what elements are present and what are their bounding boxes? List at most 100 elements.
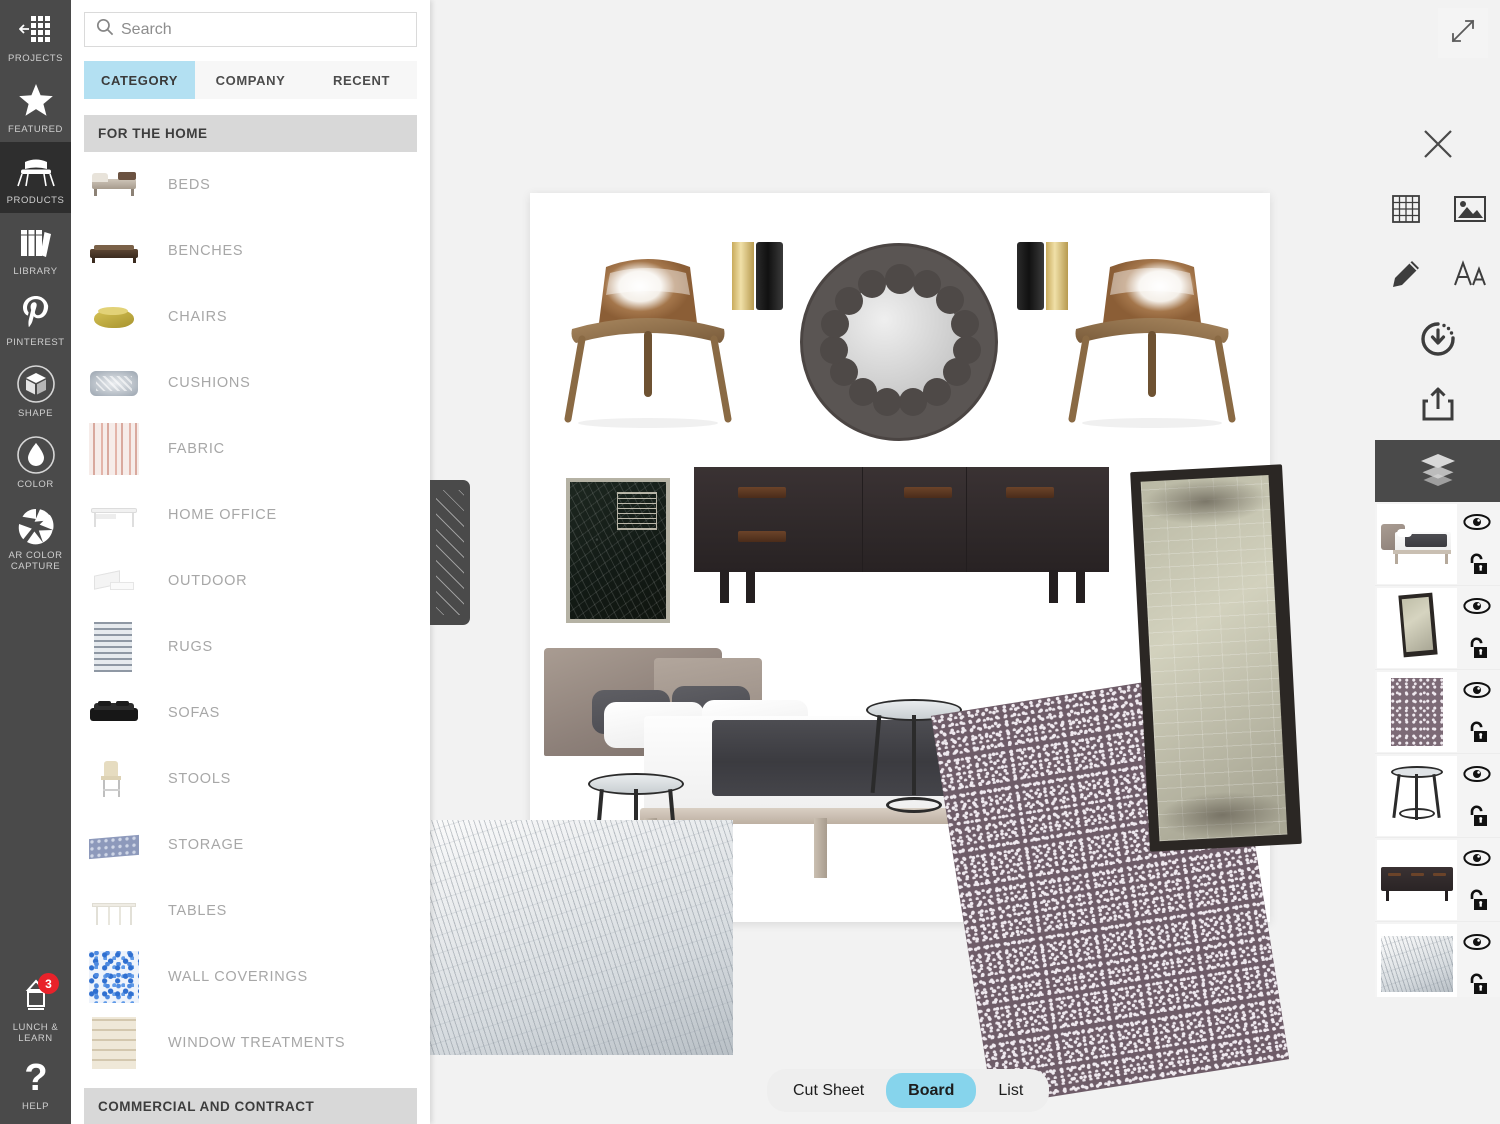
sidebar-label: LIBRARY (13, 266, 58, 277)
eye-icon[interactable] (1463, 681, 1491, 698)
pencil-icon (1391, 259, 1421, 294)
application-root: PROJECTS FEATURED PRODUCTS LIBRARY PINTE… (0, 0, 1500, 1124)
tab-recent[interactable]: RECENT (306, 61, 417, 99)
eye-icon[interactable] (1463, 849, 1491, 866)
grid-button[interactable] (1375, 180, 1436, 242)
sidebar-item-projects[interactable]: PROJECTS (0, 0, 71, 71)
sidebar-label: LUNCH & LEARN (12, 1022, 59, 1044)
layer-controls (1460, 670, 1494, 754)
view-option-list[interactable]: List (976, 1073, 1045, 1108)
dark-credenza[interactable] (694, 467, 1109, 603)
sidebar-item-products[interactable]: PRODUCTS (0, 142, 71, 213)
text-button[interactable] (1439, 245, 1500, 307)
panel-resize-handle[interactable] (430, 480, 470, 625)
clock-download-icon (1420, 321, 1456, 362)
share-button[interactable] (1375, 375, 1500, 437)
category-row-outdoor[interactable]: OUTDOOR (84, 548, 417, 614)
layers-button[interactable] (1375, 440, 1500, 502)
star-icon (16, 80, 56, 120)
category-label: STORAGE (168, 836, 244, 853)
layer-controls (1460, 838, 1494, 922)
category-label: WALL COVERINGS (168, 968, 308, 985)
layer-row-stool[interactable] (1375, 754, 1500, 838)
layer-row-credenza[interactable] (1375, 838, 1500, 922)
unlocked-padlock-icon[interactable] (1465, 636, 1489, 659)
leaning-floor-mirror[interactable] (1130, 464, 1302, 852)
category-row-stools[interactable]: STOOLS (84, 746, 417, 812)
unlocked-padlock-icon[interactable] (1465, 972, 1489, 995)
category-row-home-office[interactable]: HOME OFFICE (84, 482, 417, 548)
bed-thumb (88, 158, 140, 211)
sofa-thumb (88, 686, 140, 739)
search-box[interactable] (84, 12, 417, 47)
shell-chair-left[interactable] (548, 243, 748, 443)
sidebar-item-help[interactable]: ? HELP (0, 1048, 71, 1124)
layer-row-floor-mirror[interactable] (1375, 586, 1500, 670)
category-label: HOME OFFICE (168, 506, 277, 523)
draw-button[interactable] (1375, 245, 1436, 307)
category-label: OUTDOOR (168, 572, 248, 589)
layers-panel[interactable] (1375, 440, 1500, 997)
search-input[interactable] (121, 20, 405, 39)
search-area (71, 0, 430, 47)
layer-row-purple-rug[interactable] (1375, 670, 1500, 754)
sidebar-item-ar-color-capture[interactable]: AR COLOR CAPTURE (0, 497, 71, 579)
layer-controls (1460, 754, 1494, 838)
sidebar-item-lunch-and-learn[interactable]: 3 LUNCH & LEARN (0, 969, 71, 1048)
round-scalloped-mirror[interactable] (800, 243, 998, 441)
image-button[interactable] (1439, 180, 1500, 242)
eye-icon[interactable] (1463, 513, 1491, 530)
close-button[interactable] (1375, 115, 1500, 177)
unlocked-padlock-icon[interactable] (1465, 552, 1489, 575)
toolbar-row-share (1375, 375, 1500, 437)
category-row-rugs[interactable]: RUGS (84, 614, 417, 680)
eye-icon[interactable] (1463, 765, 1491, 782)
sidebar-item-featured[interactable]: FEATURED (0, 71, 71, 142)
category-row-beds[interactable]: BEDS (84, 152, 417, 218)
category-label: BENCHES (168, 242, 244, 259)
shell-chair-right[interactable] (1052, 243, 1252, 443)
eye-icon[interactable] (1463, 597, 1491, 614)
sidebar-item-color[interactable]: COLOR (0, 426, 71, 497)
eye-icon[interactable] (1463, 933, 1491, 950)
group-heading-commercial-and-contract: COMMERCIAL AND CONTRACT (84, 1088, 417, 1124)
framed-map-art[interactable] (566, 478, 670, 623)
tab-company[interactable]: COMPANY (195, 61, 306, 99)
sidebar-item-shape[interactable]: SHAPE (0, 355, 71, 426)
category-row-wall-coverings[interactable]: WALL COVERINGS (84, 944, 417, 1010)
wall-sconce-right[interactable] (1017, 242, 1069, 310)
white-woven-rug[interactable] (430, 820, 733, 1055)
category-row-chairs[interactable]: CHAIRS (84, 284, 417, 350)
category-row-window-treatments[interactable]: WINDOW TREATMENTS (84, 1010, 417, 1076)
category-label: RUGS (168, 638, 213, 655)
cushion-thumb (88, 356, 140, 409)
category-row-benches[interactable]: BENCHES (84, 218, 417, 284)
sidebar-item-library[interactable]: LIBRARY (0, 213, 71, 284)
layer-row-white-rug[interactable] (1375, 922, 1500, 997)
search-icon (96, 18, 121, 41)
view-option-board[interactable]: Board (886, 1073, 977, 1108)
unlocked-padlock-icon[interactable] (1465, 804, 1489, 827)
category-row-sofas[interactable]: SOFAS (84, 680, 417, 746)
category-row-cushions[interactable]: CUSHIONS (84, 350, 417, 416)
unlocked-padlock-icon[interactable] (1465, 888, 1489, 911)
view-option-cut-sheet[interactable]: Cut Sheet (771, 1073, 886, 1108)
category-label: TABLES (168, 902, 228, 919)
layer-row-platform-bed[interactable] (1375, 502, 1500, 586)
sidebar-item-pinterest[interactable]: PINTEREST (0, 284, 71, 355)
category-row-storage[interactable]: STORAGE (84, 812, 417, 878)
history-button[interactable] (1375, 310, 1500, 372)
wall-sconce-left[interactable] (732, 242, 784, 310)
stool2-layer-thumb (1377, 755, 1457, 836)
right-toolbar (1375, 115, 1500, 505)
layer-controls (1460, 502, 1494, 586)
category-row-fabric[interactable]: FABRIC (84, 416, 417, 482)
unlocked-padlock-icon[interactable] (1465, 720, 1489, 743)
tab-category[interactable]: CATEGORY (84, 61, 195, 99)
picture-icon (1453, 195, 1487, 228)
category-row-tables[interactable]: TABLES (84, 878, 417, 944)
expand-canvas-button[interactable] (1438, 8, 1488, 58)
blinds-thumb (88, 1016, 140, 1069)
board-canvas[interactable]: Cut Sheet Board List (430, 0, 1500, 1124)
sidebar-label: COLOR (17, 479, 54, 490)
